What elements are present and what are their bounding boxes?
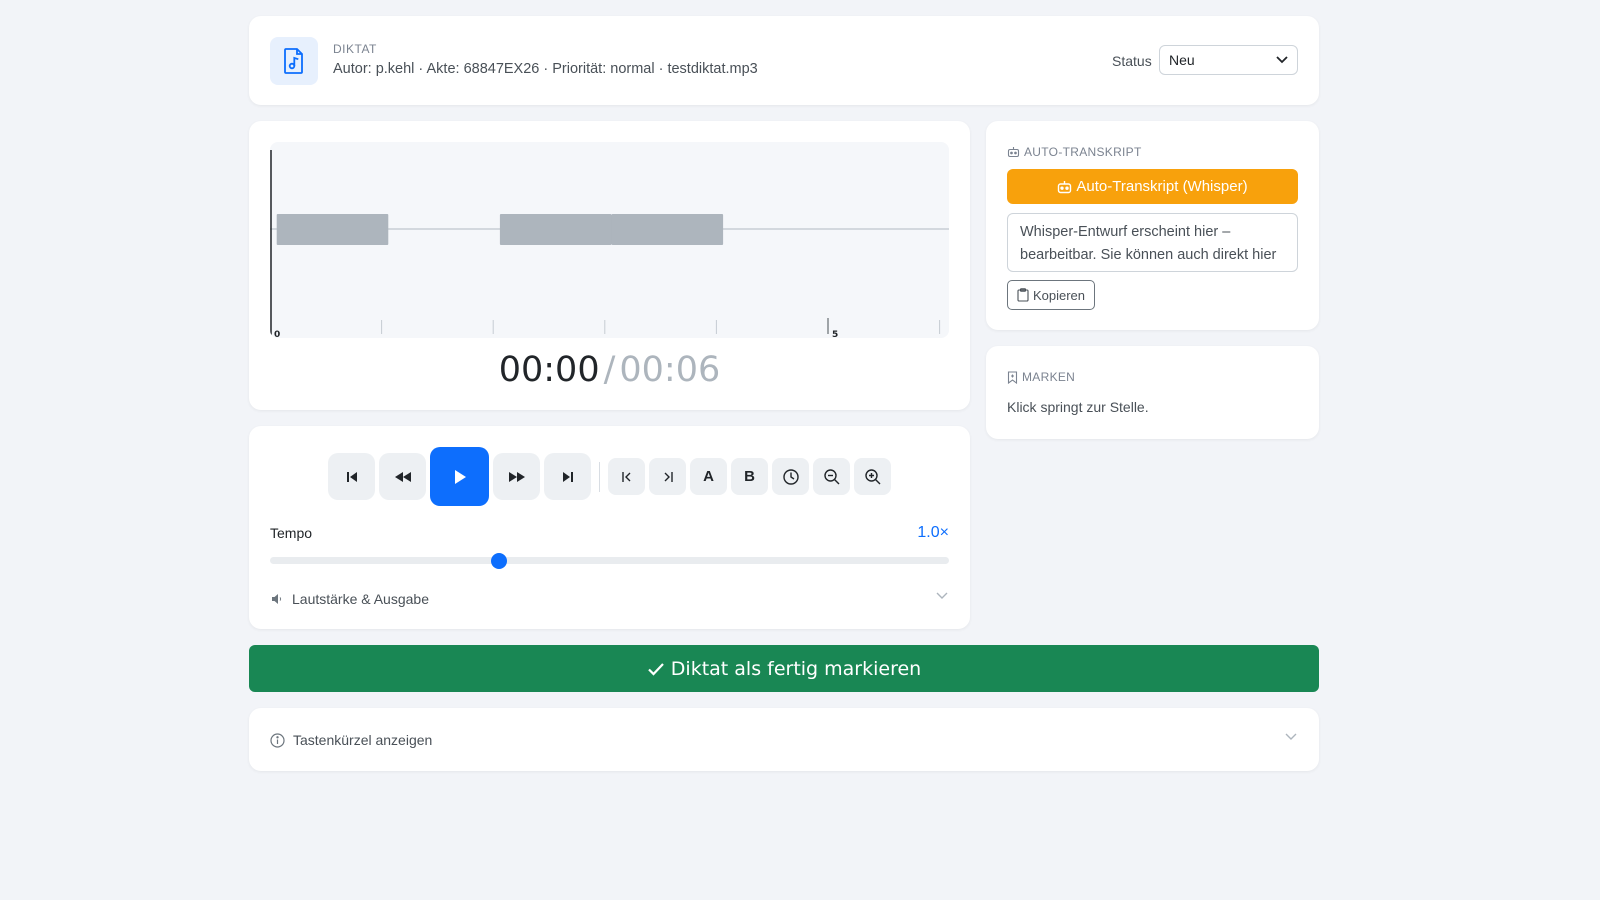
auto-transcript-label: Auto-Transkript (Whisper)	[1076, 178, 1248, 195]
playback-controls: A B Tempo 1.0× Lautstärke & Ausgabe	[249, 426, 970, 629]
controls-divider	[599, 462, 600, 492]
bookmark-icon	[1007, 370, 1018, 384]
status-value: Neu	[1169, 52, 1195, 68]
waveform[interactable]: 05	[270, 142, 949, 338]
status-label: Status	[1112, 53, 1152, 69]
header-eyebrow: DIKTAT	[333, 42, 377, 56]
chevron-bar-left-icon	[621, 471, 630, 482]
skip-to-start-button[interactable]	[328, 453, 375, 500]
waveform-card: 05 00:00/00:06	[249, 121, 970, 410]
add-time-mark-button[interactable]	[772, 458, 809, 495]
marks-heading: MARKEN	[1007, 370, 1075, 384]
play-button[interactable]	[430, 447, 489, 506]
dictation-meta: Autor: p.kehl · Akte: 68847EX26 · Priori…	[333, 61, 758, 77]
zoom-out-button[interactable]	[813, 458, 850, 495]
marks-hint: Klick springt zur Stelle.	[1007, 399, 1149, 415]
total-time: 00:06	[619, 350, 721, 390]
marks-heading-text: MARKEN	[1022, 370, 1076, 384]
skip-start-icon	[346, 471, 357, 482]
mark-done-label: Diktat als fertig markieren	[670, 657, 922, 680]
time-axis-label: 0	[274, 330, 280, 338]
music-file-icon	[270, 37, 318, 85]
skip-to-end-button[interactable]	[544, 453, 591, 500]
jump-to-mark-back-button[interactable]	[608, 458, 645, 495]
status-select[interactable]: Neu	[1159, 45, 1298, 75]
set-point-a-button[interactable]: A	[690, 458, 727, 495]
waveform-svg[interactable]: 05	[270, 142, 949, 338]
time-separator: /	[603, 350, 616, 390]
shortcuts-label: Tastenkürzel anzeigen	[293, 732, 433, 748]
robot-icon	[1058, 180, 1072, 193]
time-readout: 00:00/00:06	[249, 350, 970, 390]
mark-done-button[interactable]: Diktat als fertig markieren	[249, 645, 1319, 692]
marks-panel: MARKEN Klick springt zur Stelle.	[986, 346, 1319, 439]
tempo-slider-thumb[interactable]	[490, 553, 507, 569]
chevron-down-icon	[936, 592, 948, 599]
shortcuts-toggle[interactable]: Tastenkürzel anzeigen	[270, 729, 1298, 751]
clipboard-icon	[1017, 288, 1029, 302]
waveform-segment	[276, 214, 389, 245]
auto-transcript-panel: AUTO-TRANSKRIPT Auto-Transkript (Whisper…	[986, 121, 1319, 330]
chevron-down-icon	[1276, 56, 1288, 64]
zoom-in-button[interactable]	[854, 458, 891, 495]
check-icon	[648, 662, 664, 676]
tempo-label: Tempo	[270, 525, 313, 541]
speaker-icon	[272, 594, 282, 604]
tempo-value: 1.0×	[917, 524, 949, 541]
time-axis-label: 5	[832, 330, 838, 338]
transcript-heading: AUTO-TRANSKRIPT	[1007, 145, 1142, 159]
waveform-segment	[611, 214, 724, 245]
skip-end-icon	[562, 471, 573, 482]
shortcuts-panel: Tastenkürzel anzeigen	[249, 708, 1319, 771]
volume-output-toggle[interactable]: Lautstärke & Ausgabe	[270, 588, 949, 610]
copy-transcript-button[interactable]: Kopieren	[1007, 280, 1095, 310]
set-point-b-button[interactable]: B	[731, 458, 768, 495]
auto-transcript-button[interactable]: Auto-Transkript (Whisper)	[1007, 169, 1298, 204]
fast-forward-icon	[508, 471, 525, 482]
zoom-in-icon	[864, 468, 880, 484]
jump-to-mark-forward-button[interactable]	[649, 458, 686, 495]
clock-icon	[782, 468, 799, 485]
fast-forward-button[interactable]	[493, 453, 540, 500]
current-time: 00:00	[498, 350, 600, 390]
volume-output-label: Lautstärke & Ausgabe	[292, 591, 429, 607]
rewind-button[interactable]	[379, 453, 426, 500]
info-icon	[270, 732, 285, 748]
play-icon	[454, 469, 466, 484]
waveform-segment	[499, 214, 612, 245]
robot-icon	[1007, 147, 1020, 158]
rewind-icon	[394, 471, 411, 482]
transcript-heading-text: AUTO-TRANSKRIPT	[1024, 145, 1142, 159]
transcript-textarea[interactable]: Whisper-Entwurf erscheint hier – bearbei…	[1007, 213, 1298, 272]
copy-label: Kopieren	[1032, 287, 1086, 303]
dictation-header: DIKTAT Autor: p.kehl · Akte: 68847EX26 ·…	[249, 16, 1319, 105]
chevron-down-icon	[1285, 733, 1297, 740]
tempo-slider-track[interactable]	[270, 557, 949, 564]
zoom-out-icon	[823, 468, 839, 484]
chevron-bar-right-icon	[664, 471, 673, 482]
